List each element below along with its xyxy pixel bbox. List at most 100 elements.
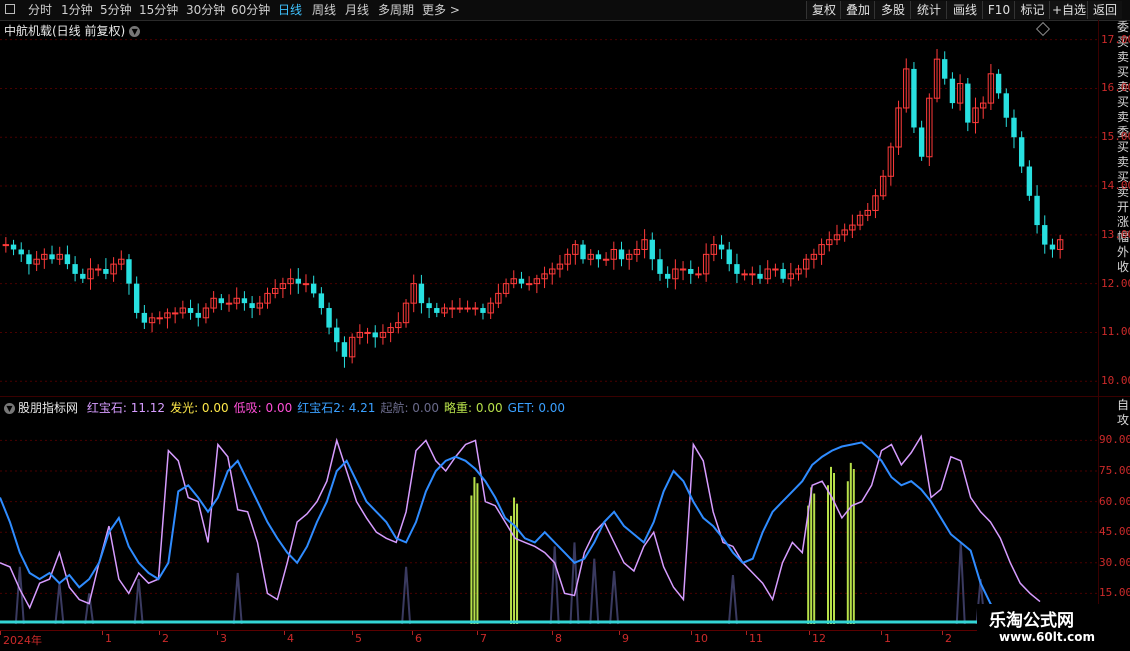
candle (942, 51, 948, 85)
qihang-spike (232, 572, 243, 625)
candle (695, 266, 702, 279)
candle (533, 274, 541, 294)
tab-6[interactable]: 日线 (278, 2, 302, 18)
chevron-down-icon[interactable]: ▼ (4, 403, 15, 414)
window-square-icon[interactable] (5, 4, 15, 14)
qihang-spike (589, 558, 600, 625)
x-tick-label: 3 (220, 632, 227, 645)
candle (10, 239, 17, 256)
candle (995, 69, 1002, 99)
candle (118, 250, 125, 271)
y-tick-label: 13.00 (1101, 227, 1130, 241)
candle (626, 249, 633, 270)
candle (757, 265, 763, 284)
candle (164, 308, 171, 329)
candle (872, 188, 879, 219)
indicator-y-tick-label: 75.00 (1099, 464, 1130, 477)
candle (334, 318, 340, 352)
y-tick-label: 12.00 (1101, 276, 1130, 290)
tab-4[interactable]: 30分钟 (186, 2, 225, 18)
candle (148, 312, 156, 333)
candle (980, 96, 987, 119)
indicator-chart[interactable] (0, 418, 1098, 630)
tab-0[interactable]: 分时 (28, 2, 52, 18)
candle (764, 260, 771, 284)
toolbar-button-5[interactable]: F10 (982, 1, 1015, 19)
candle (225, 294, 233, 312)
candle (564, 248, 571, 271)
qihang-spike (401, 566, 412, 625)
x-tick-label: 2 (162, 632, 169, 645)
toolbar-button-2[interactable]: 多股 (874, 1, 911, 19)
indicator-legend-item: 发光: 0.00 (170, 401, 229, 415)
candle (610, 241, 617, 270)
candle (18, 242, 24, 262)
candle (787, 262, 794, 287)
candle (487, 297, 494, 319)
x-tick-label: 7 (480, 632, 487, 645)
candle (33, 251, 40, 272)
tab-7[interactable]: 周线 (312, 2, 336, 18)
x-tick-label: 8 (555, 632, 562, 645)
x-tick (102, 631, 103, 635)
candle (664, 266, 671, 288)
x-tick (352, 631, 353, 635)
candle (726, 241, 732, 272)
tab-2[interactable]: 5分钟 (100, 2, 132, 18)
candle (49, 245, 55, 264)
candle (372, 325, 378, 348)
candlestick-chart[interactable] (0, 20, 1098, 396)
candle (780, 262, 786, 283)
x-tick-label: 4 (287, 632, 294, 645)
toolbar-button-8[interactable]: 返回 (1087, 1, 1122, 19)
candle (1042, 215, 1048, 254)
candle (949, 72, 956, 109)
x-tick-label: 11 (749, 632, 763, 645)
x-tick (477, 631, 478, 635)
toolbar-button-4[interactable]: 画线 (946, 1, 983, 19)
candle (41, 248, 48, 269)
candle (549, 262, 556, 285)
x-tick-label: 2 (945, 632, 952, 645)
candle (426, 297, 432, 319)
indicator-y-tick-label: 60.00 (1099, 494, 1130, 508)
candle (918, 120, 925, 161)
qihang-spike (84, 593, 95, 625)
candle (310, 275, 317, 298)
candle (795, 264, 802, 281)
toolbar-button-3[interactable]: 统计 (910, 1, 947, 19)
candle (926, 93, 933, 166)
tab-5[interactable]: 60分钟 (231, 2, 270, 18)
candle (772, 263, 779, 277)
tab-1[interactable]: 1分钟 (61, 2, 93, 18)
toolbar-button-6[interactable]: 标记 (1014, 1, 1050, 19)
candle (818, 238, 825, 265)
candle (956, 74, 964, 111)
tab-9[interactable]: 多周期 (378, 2, 414, 18)
tab-8[interactable]: 月线 (345, 2, 369, 18)
tab-10[interactable]: 更多 > (422, 2, 460, 18)
candle (911, 62, 917, 134)
tab-3[interactable]: 15分钟 (139, 2, 178, 18)
candle (418, 274, 425, 314)
x-tick-label: 1 (884, 632, 891, 645)
candle (156, 311, 163, 325)
indicator-legend-item: 低吸: 0.00 (233, 401, 293, 415)
x-tick (881, 631, 882, 635)
candle (595, 250, 602, 268)
y-tick-label: 16.00 (1101, 81, 1130, 95)
candle (541, 266, 548, 289)
toolbar-button-0[interactable]: 复权 (806, 1, 841, 19)
toolbar-button-1[interactable]: 叠加 (840, 1, 875, 19)
side-quote-strip: 委买卖买卖买卖委买卖买卖开涨幅外收 (1117, 20, 1130, 274)
x-tick (217, 631, 218, 635)
indicator-header: ▼ 股朋指标网 红宝石: 11.12 发光: 0.00 低吸: 0.00 红宝石2: 4… (4, 399, 575, 416)
candle (141, 305, 148, 330)
candle (272, 279, 279, 299)
site-watermark: 乐淘公式网 www.60lt.com (977, 604, 1130, 650)
candle (1003, 88, 1009, 127)
x-tick (159, 631, 160, 635)
toolbar-button-7[interactable]: +自选 (1049, 1, 1088, 19)
candle (464, 300, 471, 313)
x-tick (412, 631, 413, 635)
